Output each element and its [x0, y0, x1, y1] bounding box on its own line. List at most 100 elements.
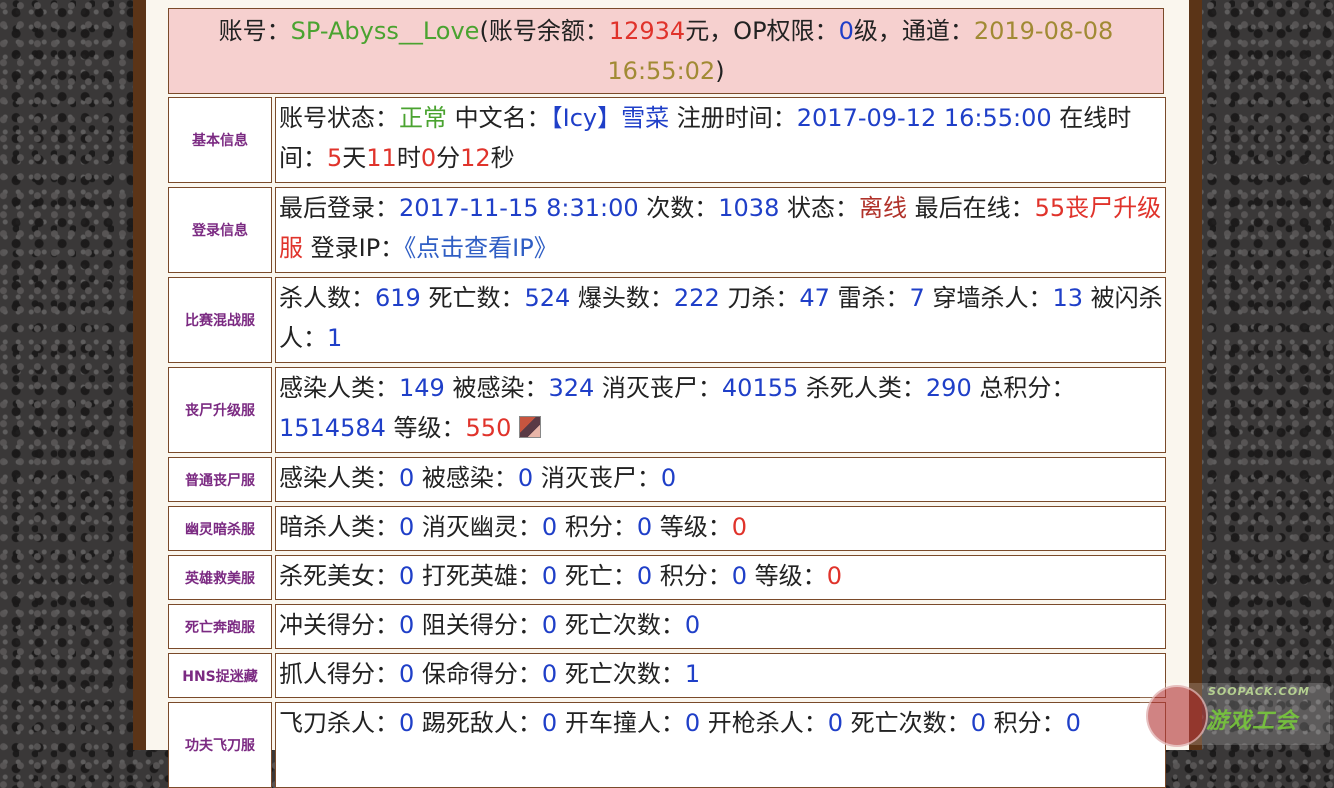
stat-value: 0: [517, 464, 534, 492]
level-value: 0: [826, 562, 842, 590]
watermark-url: SOOPACK.COM: [1208, 685, 1310, 698]
stat-value: 47: [799, 284, 830, 312]
row-content: 暗杀人类：0 消灭幽灵：0 积分：0 等级：0: [275, 506, 1166, 551]
stat-value: 0: [399, 660, 415, 688]
balance-label: (账号余额：: [479, 17, 609, 45]
stat-value: 0: [541, 709, 558, 737]
row-content: 杀死美女：0 打死英雄：0 死亡：0 积分：0 等级：0: [275, 555, 1166, 600]
stat-label: 打死英雄：: [414, 562, 542, 590]
stat-value: 149: [399, 374, 445, 402]
stat-value: 1: [684, 660, 701, 688]
stat-label: 冲关得分：: [279, 611, 399, 639]
last-online-label: 最后在线：: [906, 194, 1035, 222]
row-ghost-server: 幽灵暗杀服 暗杀人类：0 消灭幽灵：0 积分：0 等级：0: [168, 506, 1166, 551]
stat-value: 0: [399, 611, 415, 639]
last-login-value: 2017-11-15 8:31:00: [399, 194, 639, 222]
reg-label: 注册时间：: [669, 104, 797, 132]
stat-label: 积分：: [652, 562, 732, 590]
unit-day: 天: [342, 144, 367, 172]
stat-value: 0: [684, 611, 701, 639]
stat-value: 222: [673, 284, 720, 312]
row-content: 账号状态：正常 中文名：【Icy】雪菜 注册时间：2017-09-12 16:5…: [275, 97, 1166, 183]
row-label: 基本信息: [168, 97, 272, 183]
ip-label: 登录IP：: [303, 234, 405, 262]
row-content: 最后登录：2017-11-15 8:31:00 次数：1038 状态：离线 最后…: [275, 187, 1166, 273]
row-content: 冲关得分：0 阻关得分：0 死亡次数：0: [275, 604, 1166, 649]
op-label: 元，OP权限：: [685, 17, 839, 45]
stat-label: 爆头数：: [570, 284, 674, 312]
account-name: SP-Abyss__Love: [290, 17, 480, 45]
row-label: 丧尸升级服: [168, 367, 272, 453]
state-value: 离线: [858, 194, 907, 222]
row-label: 登录信息: [168, 187, 272, 273]
stat-value: 619: [375, 284, 421, 312]
stat-value: 0: [399, 709, 415, 737]
row-label: HNS捉迷藏: [168, 653, 272, 698]
stat-label: 阻关得分：: [414, 611, 542, 639]
stat-value: 7: [909, 284, 925, 312]
stat-label: 消灭丧尸：: [533, 464, 661, 492]
online-hours: 11: [366, 144, 397, 172]
stat-value: 0: [399, 562, 415, 590]
stat-label: 死亡次数：: [843, 709, 971, 737]
row-content: 杀人数：619 死亡数：524 爆头数：222 刀杀：47 雷杀：7 穿墙杀人：…: [275, 277, 1166, 363]
stat-value: 0: [684, 709, 701, 737]
watermark-title: 游戏工会: [1206, 709, 1299, 734]
stat-value: 0: [636, 513, 653, 541]
stat-value: 0: [1065, 709, 1081, 737]
op-level: 0: [838, 17, 854, 45]
row-zombie-upgrade-server: 丧尸升级服 感染人类：149 被感染：324 消灭丧尸：40155 杀死人类：2…: [168, 367, 1166, 453]
level-value: 550: [465, 414, 512, 442]
stat-value: 1: [327, 324, 343, 352]
row-login-info: 登录信息 最后登录：2017-11-15 8:31:00 次数：1038 状态：…: [168, 187, 1166, 273]
status-label: 账号状态：: [279, 104, 399, 132]
row-label: 功夫飞刀服: [168, 702, 272, 788]
stat-label: 死亡次数：: [557, 660, 685, 688]
unit-second: 秒: [490, 144, 515, 172]
stat-value: 524: [524, 284, 571, 312]
stat-value: 0: [636, 562, 653, 590]
level-value: 0: [731, 513, 748, 541]
stat-value: 290: [925, 374, 972, 402]
stat-label: 穿墙杀人：: [924, 284, 1053, 312]
stat-label: 飞刀杀人：: [279, 709, 399, 737]
cn-name-value: 【Icy】雪菜: [550, 104, 670, 132]
stat-label: 保命得分：: [414, 660, 542, 688]
balance-value: 12934: [608, 17, 686, 45]
unit-minute: 分: [436, 144, 461, 172]
stat-label: 雷杀：: [829, 284, 910, 312]
stat-value: 0: [731, 562, 748, 590]
stat-value: 1514584: [279, 414, 386, 442]
stat-label: 等级：: [652, 513, 732, 541]
stat-label: 开车撞人：: [557, 709, 685, 737]
row-label: 英雄救美服: [168, 555, 272, 600]
stat-value: 0: [827, 709, 844, 737]
view-ip-link[interactable]: 《点击查看IP》: [404, 234, 558, 262]
stat-value: 0: [541, 562, 558, 590]
stat-value: 324: [548, 374, 595, 402]
stat-label: 杀人数：: [279, 284, 375, 312]
unit-hour: 时: [396, 144, 421, 172]
row-hns-server: HNS捉迷藏 抓人得分：0 保命得分：0 死亡次数：1: [168, 653, 1166, 698]
stat-label: 刀杀：: [719, 284, 800, 312]
stat-label: 死亡次数：: [557, 611, 685, 639]
close-paren: ): [715, 57, 725, 85]
row-hero-server: 英雄救美服 杀死美女：0 打死英雄：0 死亡：0 积分：0 等级：0: [168, 555, 1166, 600]
stat-label: 等级：: [747, 562, 827, 590]
stat-label: 消灭幽灵：: [414, 513, 542, 541]
site-watermark: SOOPACK.COM 游戏工会: [1140, 683, 1330, 747]
rank-avatar-icon: [518, 416, 541, 438]
stat-label: 消灭丧尸：: [594, 374, 722, 402]
online-days: 5: [327, 144, 343, 172]
status-value: 正常: [399, 104, 447, 132]
stat-value: 0: [541, 611, 558, 639]
stat-label: 杀死美女：: [279, 562, 399, 590]
row-label: 死亡奔跑服: [168, 604, 272, 649]
row-label: 普通丧尸服: [168, 457, 272, 502]
row-content: 抓人得分：0 保命得分：0 死亡次数：1: [275, 653, 1166, 698]
stat-value: 0: [399, 513, 415, 541]
stat-label: 踢死敌人：: [414, 709, 542, 737]
stat-label: 死亡：: [557, 562, 637, 590]
row-content: 感染人类：149 被感染：324 消灭丧尸：40155 杀死人类：290 总积分…: [275, 367, 1166, 453]
stat-label: 抓人得分：: [279, 660, 399, 688]
